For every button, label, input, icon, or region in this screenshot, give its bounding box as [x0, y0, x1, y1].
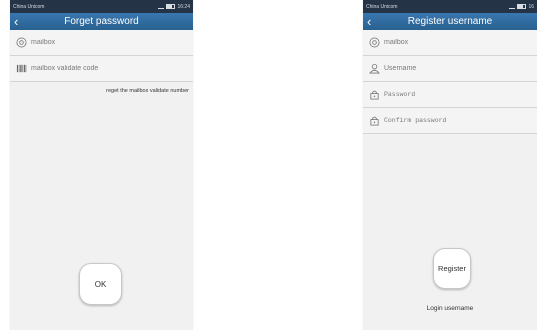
page-title: Forget password	[64, 16, 139, 27]
clock-label: 16	[528, 3, 534, 10]
carrier-label: China Unicom	[366, 3, 398, 10]
title-bar: ‹ Forget password	[10, 13, 193, 30]
status-bar: China Unicom 16:24	[10, 0, 193, 13]
confirm-password-field[interactable]	[363, 108, 537, 134]
validate-code-field[interactable]	[10, 56, 193, 82]
register-screen: China Unicom 16 ‹ Register username mail…	[363, 0, 537, 330]
mailbox-input[interactable]	[384, 39, 514, 46]
password-input[interactable]	[384, 91, 514, 98]
signal-icon	[509, 4, 516, 9]
barcode-icon	[16, 63, 27, 74]
email-at-icon	[369, 37, 380, 48]
mailbox-field[interactable]	[363, 30, 537, 56]
carrier-label: China Unicom	[13, 3, 45, 10]
email-at-icon	[16, 37, 27, 48]
clock-label: 16:24	[177, 3, 190, 10]
mailbox-field[interactable]	[10, 30, 193, 56]
validate-code-input[interactable]	[31, 65, 161, 72]
title-bar: ‹ Register username	[363, 13, 537, 30]
confirm-password-input[interactable]	[384, 117, 514, 124]
status-bar: China Unicom 16	[363, 0, 537, 13]
back-arrow-icon[interactable]: ‹	[367, 14, 371, 29]
password-field[interactable]	[363, 82, 537, 108]
login-username-link[interactable]: Login username	[363, 305, 537, 312]
battery-icon	[517, 4, 527, 9]
ok-button[interactable]: OK	[79, 263, 122, 305]
back-arrow-icon[interactable]: ‹	[14, 14, 18, 29]
battery-icon	[166, 4, 176, 9]
reget-code-link[interactable]: reget the mailbox validate number	[10, 82, 193, 94]
register-button[interactable]: Register	[433, 248, 471, 289]
lock-icon	[369, 115, 380, 126]
username-input[interactable]	[384, 65, 514, 72]
signal-icon	[158, 4, 165, 9]
forget-password-screen: China Unicom 16:24 ‹ Forget password reg…	[10, 0, 193, 330]
lock-icon	[369, 89, 380, 100]
page-title: Register username	[407, 16, 493, 27]
user-icon	[369, 63, 380, 74]
username-field[interactable]	[363, 56, 537, 82]
mailbox-input[interactable]	[31, 39, 161, 46]
